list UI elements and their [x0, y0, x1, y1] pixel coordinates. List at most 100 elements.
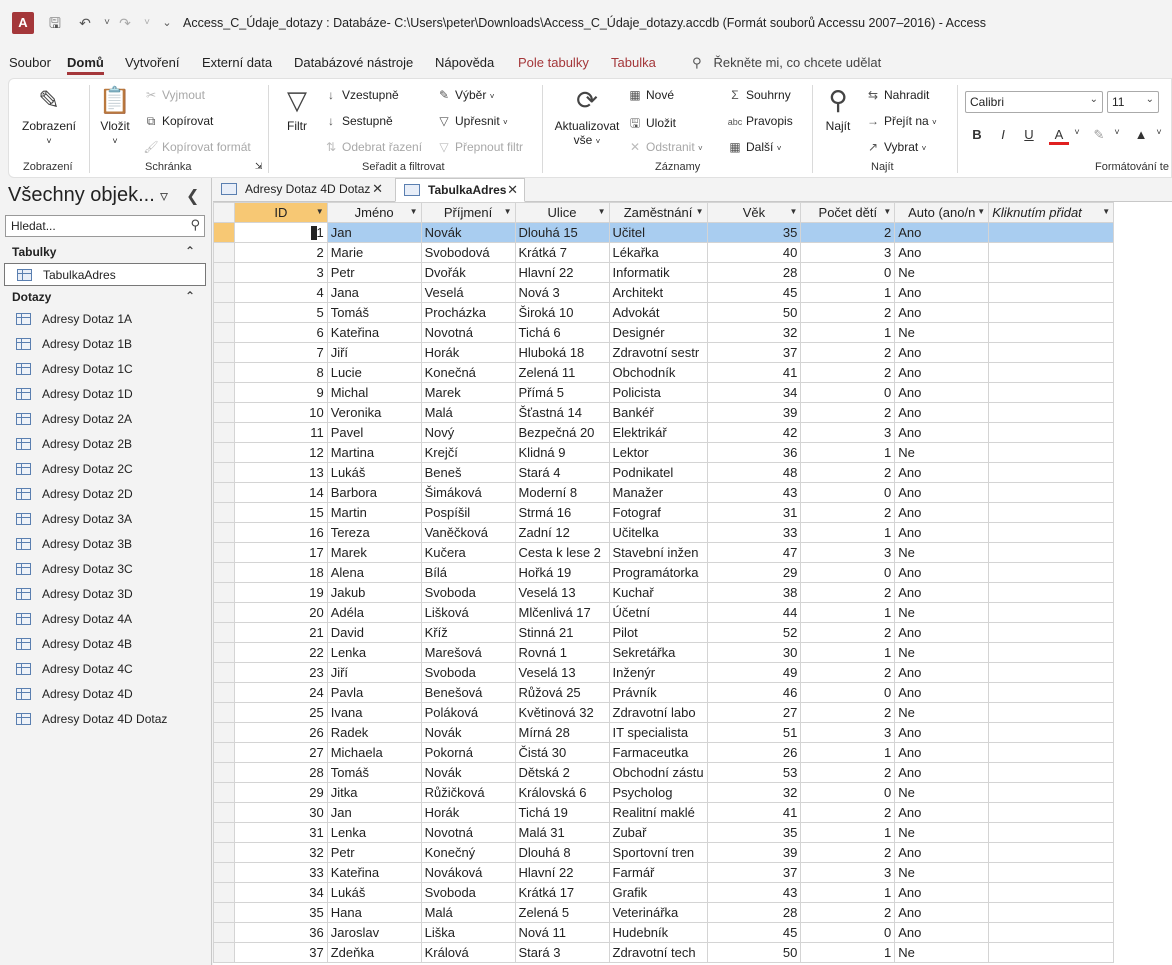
- nahradit-button[interactable]: ⇆ Nahradit: [865, 88, 929, 102]
- table-cell[interactable]: Šťastná 14: [514, 402, 610, 423]
- fill-color-icon[interactable]: ▲: [1131, 127, 1151, 142]
- table-cell[interactable]: Ano: [894, 762, 990, 783]
- table-cell[interactable]: 47: [706, 542, 802, 563]
- table-cell[interactable]: 15: [233, 502, 328, 523]
- table-cell[interactable]: 29: [706, 562, 802, 583]
- table-cell[interactable]: Nový: [420, 422, 516, 443]
- table-cell[interactable]: Psycholog: [608, 782, 708, 803]
- record-selector[interactable]: [213, 742, 235, 763]
- table-cell[interactable]: Bankéř: [608, 402, 708, 423]
- table-cell[interactable]: Tichá 6: [514, 322, 610, 343]
- table-cell[interactable]: Zubař: [608, 822, 708, 843]
- table-cell[interactable]: Farmář: [608, 862, 708, 883]
- table-cell[interactable]: Hlavní 22: [514, 862, 610, 883]
- table-cell[interactable]: [988, 522, 1115, 543]
- table-cell[interactable]: 2: [800, 342, 896, 363]
- table-row[interactable]: 36 Jaroslav Liška Nová 11 Hudebník 45 0 Ano: [213, 922, 1172, 943]
- table-cell[interactable]: 36: [706, 442, 802, 463]
- table-cell[interactable]: [988, 742, 1115, 763]
- table-cell[interactable]: Jana: [326, 282, 422, 303]
- table-cell[interactable]: Kateřina: [326, 862, 422, 883]
- tab-napoveda[interactable]: Nápověda: [435, 55, 494, 70]
- table-cell[interactable]: 13: [233, 462, 328, 483]
- table-cell[interactable]: 32: [233, 842, 328, 863]
- table-cell[interactable]: [988, 622, 1115, 643]
- table-cell[interactable]: 33: [706, 522, 802, 543]
- record-selector[interactable]: [213, 622, 235, 643]
- table-cell[interactable]: Ne: [894, 642, 990, 663]
- column-dropdown-icon[interactable]: ▼: [598, 207, 606, 216]
- table-cell[interactable]: 21: [233, 622, 328, 643]
- table-cell[interactable]: 42: [706, 422, 802, 443]
- table-row[interactable]: 24 Pavla Benešová Růžová 25 Právník 46 0 Ano: [213, 682, 1172, 703]
- table-cell[interactable]: Ne: [894, 942, 990, 963]
- table-cell[interactable]: Novotná: [420, 322, 516, 343]
- table-cell[interactable]: Ano: [894, 382, 990, 403]
- column-header[interactable]: Auto (ano/n ▼: [894, 202, 990, 223]
- nav-item-query[interactable]: Adresy Dotaz 3C: [4, 558, 206, 581]
- table-row[interactable]: 15 Martin Pospíšil Strmá 16 Fotograf 31 2 Ano: [213, 502, 1172, 523]
- table-cell[interactable]: Ano: [894, 362, 990, 383]
- table-cell[interactable]: Ano: [894, 682, 990, 703]
- table-cell[interactable]: Jiří: [326, 342, 422, 363]
- table-cell[interactable]: Malá: [420, 902, 516, 923]
- redo-dropdown-icon[interactable]: ˅: [136, 12, 158, 34]
- record-selector[interactable]: [213, 462, 235, 483]
- table-cell[interactable]: Novák: [420, 722, 516, 743]
- table-cell[interactable]: 52: [706, 622, 802, 643]
- table-cell[interactable]: Petr: [326, 262, 422, 283]
- table-cell[interactable]: IT specialista: [608, 722, 708, 743]
- table-cell[interactable]: [988, 282, 1115, 303]
- table-cell[interactable]: Hořká 19: [514, 562, 610, 583]
- table-cell[interactable]: Zelená 11: [514, 362, 610, 383]
- table-cell[interactable]: Ano: [894, 722, 990, 743]
- table-cell[interactable]: 1: [800, 642, 896, 663]
- table-cell[interactable]: [988, 682, 1115, 703]
- table-cell[interactable]: Ne: [894, 262, 990, 283]
- table-cell[interactable]: Ano: [894, 562, 990, 583]
- nav-item-query[interactable]: Adresy Dotaz 4D Dotaz: [4, 708, 206, 731]
- nav-item-query[interactable]: Adresy Dotaz 3B: [4, 533, 206, 556]
- aktualizovat-vse-button[interactable]: ⟳ Aktualizovat vše ˅: [551, 85, 623, 147]
- table-cell[interactable]: Královská 6: [514, 782, 610, 803]
- table-cell[interactable]: Ano: [894, 422, 990, 443]
- undo-icon[interactable]: ↶: [74, 12, 96, 34]
- table-row[interactable]: 4 Jana Veselá Nová 3 Architekt 45 1 Ano: [213, 282, 1172, 303]
- upresnit-button[interactable]: ▽ Upřesnit ˅: [436, 114, 507, 128]
- table-cell[interactable]: 1: [800, 822, 896, 843]
- table-cell[interactable]: Lenka: [326, 822, 422, 843]
- table-cell[interactable]: Ano: [894, 842, 990, 863]
- table-cell[interactable]: Pavla: [326, 682, 422, 703]
- table-cell[interactable]: Ano: [894, 622, 990, 643]
- table-cell[interactable]: Ano: [894, 502, 990, 523]
- table-cell[interactable]: 3: [800, 422, 896, 443]
- table-cell[interactable]: 1: [233, 222, 328, 243]
- table-cell[interactable]: 40: [706, 242, 802, 263]
- table-cell[interactable]: 1: [800, 602, 896, 623]
- tab-externi-data[interactable]: Externí data: [202, 55, 272, 70]
- table-cell[interactable]: 37: [706, 342, 802, 363]
- column-dropdown-icon[interactable]: ▼: [316, 207, 324, 216]
- nav-item-query[interactable]: Adresy Dotaz 2B: [4, 433, 206, 456]
- table-cell[interactable]: 2: [800, 902, 896, 923]
- chevron-down-icon[interactable]: ˅: [1149, 127, 1169, 137]
- table-cell[interactable]: 8: [233, 362, 328, 383]
- table-cell[interactable]: 50: [706, 942, 802, 963]
- record-selector[interactable]: [213, 822, 235, 843]
- table-cell[interactable]: Marie: [326, 242, 422, 263]
- customize-toolbar-icon[interactable]: ⌄: [156, 12, 178, 34]
- column-header[interactable]: ID ▼: [233, 202, 328, 223]
- table-cell[interactable]: Ano: [894, 222, 990, 243]
- table-cell[interactable]: Farmaceutka: [608, 742, 708, 763]
- table-row[interactable]: 29 Jitka Růžičková Královská 6 Psycholog 32 0 N…: [213, 782, 1172, 803]
- pravopis-button[interactable]: abc Pravopis: [727, 114, 793, 128]
- doctab-query[interactable]: Adresy Dotaz 4D Dotaz ✕: [213, 178, 389, 202]
- table-row[interactable]: 25 Ivana Poláková Květinová 32 Zdravotní lab…: [213, 702, 1172, 723]
- nav-item-query[interactable]: Adresy Dotaz 1A: [4, 308, 206, 331]
- table-cell[interactable]: Zdeňka: [326, 942, 422, 963]
- table-cell[interactable]: Michaela: [326, 742, 422, 763]
- column-header[interactable]: Příjmení ▼: [420, 202, 516, 223]
- table-cell[interactable]: Jaroslav: [326, 922, 422, 943]
- record-selector[interactable]: [213, 722, 235, 743]
- column-dropdown-icon[interactable]: ▼: [696, 207, 704, 216]
